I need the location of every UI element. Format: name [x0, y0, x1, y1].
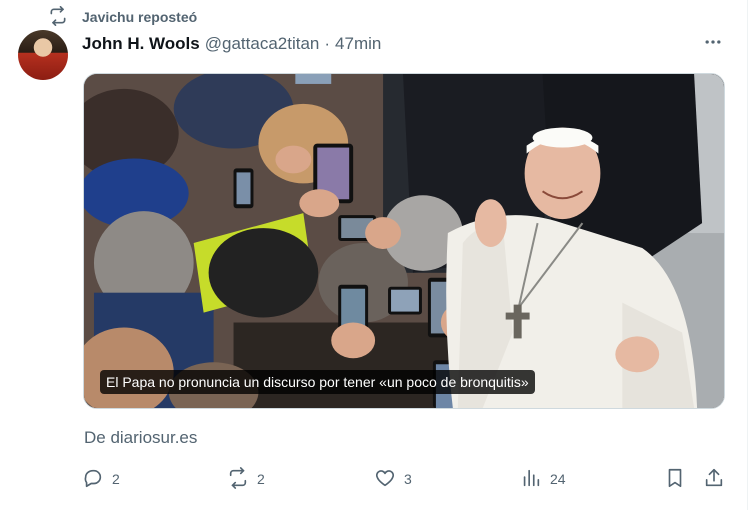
more-icon [703, 32, 723, 57]
views-count: 24 [550, 471, 566, 487]
like-button[interactable]: 3 [374, 466, 412, 492]
bookmark-icon [664, 467, 686, 492]
photo-scene [84, 74, 724, 408]
share-button[interactable] [703, 466, 725, 492]
avatar[interactable] [18, 30, 68, 80]
reply-button[interactable]: 2 [82, 466, 120, 492]
repost-label[interactable]: Javichu reposteó [82, 9, 197, 25]
repost-count: 2 [257, 471, 265, 487]
post-header: John H. Wools @gattaca2titan · 47min [82, 32, 727, 56]
header-separator: · [324, 34, 331, 53]
media-caption: El Papa no pronuncia un discurso por ten… [100, 370, 535, 394]
link-source[interactable]: De diariosur.es [84, 428, 197, 448]
repost-icon [48, 5, 68, 29]
action-bar: 2 2 3 24 [82, 462, 728, 496]
repost-icon [227, 466, 249, 492]
repost-indicator: Javichu reposteó [48, 5, 197, 29]
views-button[interactable]: 24 [520, 466, 566, 492]
reply-icon [82, 467, 104, 492]
post-time[interactable]: 47min [335, 34, 381, 54]
heart-icon [374, 467, 396, 492]
author-display-name[interactable]: John H. Wools [82, 34, 200, 54]
post-card[interactable]: Javichu reposteó John H. Wools @gattaca2… [0, 0, 748, 510]
like-count: 3 [404, 471, 412, 487]
analytics-icon [520, 467, 542, 492]
more-options-button[interactable] [701, 34, 725, 54]
share-icon [703, 467, 725, 492]
author-handle[interactable]: @gattaca2titan [205, 34, 320, 54]
reply-count: 2 [112, 471, 120, 487]
bookmark-button[interactable] [664, 466, 686, 492]
repost-button[interactable]: 2 [227, 466, 265, 492]
media-image[interactable]: El Papa no pronuncia un discurso por ten… [83, 73, 725, 409]
